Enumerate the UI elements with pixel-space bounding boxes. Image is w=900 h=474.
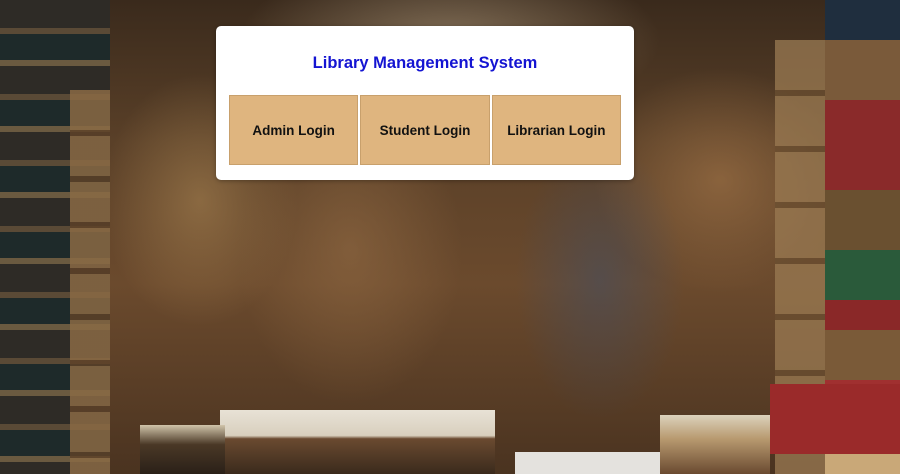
- page-title: Library Management System: [312, 54, 538, 72]
- login-button-row: Admin Login Student Login Librarian Logi…: [229, 95, 621, 165]
- book-stack-left-back: [70, 90, 110, 474]
- red-book: [770, 384, 900, 454]
- open-books-bottom: [220, 410, 495, 474]
- librarian-login-button[interactable]: Librarian Login: [491, 95, 621, 165]
- admin-login-button[interactable]: Admin Login: [229, 95, 359, 165]
- books-bottom-left: [140, 425, 225, 474]
- student-login-button[interactable]: Student Login: [360, 95, 490, 165]
- book-pages-bottom: [515, 452, 660, 474]
- books-bottom-right: [660, 415, 770, 474]
- login-panel: Library Management System Admin Login St…: [216, 26, 634, 180]
